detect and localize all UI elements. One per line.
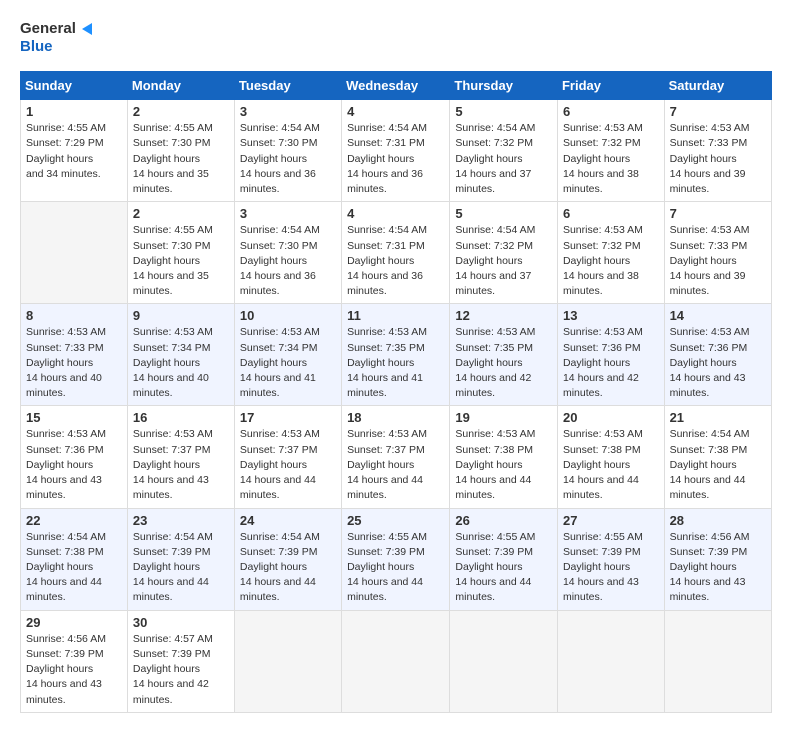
table-row: 10Sunrise: 4:53 AMSunset: 7:34 PMDayligh… <box>234 304 341 406</box>
table-row: 16Sunrise: 4:53 AMSunset: 7:37 PMDayligh… <box>127 406 234 508</box>
table-row: 23Sunrise: 4:54 AMSunset: 7:39 PMDayligh… <box>127 508 234 610</box>
page-header: General Blue <box>20 20 772 55</box>
table-row: 1Sunrise: 4:55 AMSunset: 7:29 PMDaylight… <box>21 100 128 202</box>
table-row <box>21 202 128 304</box>
calendar-header-row: SundayMondayTuesdayWednesdayThursdayFrid… <box>21 72 772 100</box>
table-row: 8Sunrise: 4:53 AMSunset: 7:33 PMDaylight… <box>21 304 128 406</box>
col-header-monday: Monday <box>127 72 234 100</box>
table-row: 29Sunrise: 4:56 AMSunset: 7:39 PMDayligh… <box>21 610 128 712</box>
table-row <box>664 610 771 712</box>
calendar-week-4: 15Sunrise: 4:53 AMSunset: 7:36 PMDayligh… <box>21 406 772 508</box>
table-row: 2Sunrise: 4:55 AMSunset: 7:30 PMDaylight… <box>127 202 234 304</box>
table-row: 7Sunrise: 4:53 AMSunset: 7:33 PMDaylight… <box>664 100 771 202</box>
table-row: 17Sunrise: 4:53 AMSunset: 7:37 PMDayligh… <box>234 406 341 508</box>
table-row: 26Sunrise: 4:55 AMSunset: 7:39 PMDayligh… <box>450 508 558 610</box>
col-header-wednesday: Wednesday <box>342 72 450 100</box>
table-row: 13Sunrise: 4:53 AMSunset: 7:36 PMDayligh… <box>557 304 664 406</box>
table-row: 6Sunrise: 4:53 AMSunset: 7:32 PMDaylight… <box>557 100 664 202</box>
calendar-week-5: 22Sunrise: 4:54 AMSunset: 7:38 PMDayligh… <box>21 508 772 610</box>
table-row: 20Sunrise: 4:53 AMSunset: 7:38 PMDayligh… <box>557 406 664 508</box>
table-row <box>450 610 558 712</box>
calendar-week-3: 8Sunrise: 4:53 AMSunset: 7:33 PMDaylight… <box>21 304 772 406</box>
table-row: 27Sunrise: 4:55 AMSunset: 7:39 PMDayligh… <box>557 508 664 610</box>
table-row: 7Sunrise: 4:53 AMSunset: 7:33 PMDaylight… <box>664 202 771 304</box>
table-row: 5Sunrise: 4:54 AMSunset: 7:32 PMDaylight… <box>450 202 558 304</box>
calendar-week-6: 29Sunrise: 4:56 AMSunset: 7:39 PMDayligh… <box>21 610 772 712</box>
col-header-friday: Friday <box>557 72 664 100</box>
calendar-week-2: 2Sunrise: 4:55 AMSunset: 7:30 PMDaylight… <box>21 202 772 304</box>
table-row: 12Sunrise: 4:53 AMSunset: 7:35 PMDayligh… <box>450 304 558 406</box>
table-row: 4Sunrise: 4:54 AMSunset: 7:31 PMDaylight… <box>342 202 450 304</box>
table-row <box>234 610 341 712</box>
table-row: 14Sunrise: 4:53 AMSunset: 7:36 PMDayligh… <box>664 304 771 406</box>
table-row: 19Sunrise: 4:53 AMSunset: 7:38 PMDayligh… <box>450 406 558 508</box>
table-row: 24Sunrise: 4:54 AMSunset: 7:39 PMDayligh… <box>234 508 341 610</box>
table-row: 5Sunrise: 4:54 AMSunset: 7:32 PMDaylight… <box>450 100 558 202</box>
calendar-table: SundayMondayTuesdayWednesdayThursdayFrid… <box>20 71 772 713</box>
table-row: 11Sunrise: 4:53 AMSunset: 7:35 PMDayligh… <box>342 304 450 406</box>
table-row: 25Sunrise: 4:55 AMSunset: 7:39 PMDayligh… <box>342 508 450 610</box>
table-row: 4Sunrise: 4:54 AMSunset: 7:31 PMDaylight… <box>342 100 450 202</box>
table-row: 9Sunrise: 4:53 AMSunset: 7:34 PMDaylight… <box>127 304 234 406</box>
table-row: 3Sunrise: 4:54 AMSunset: 7:30 PMDaylight… <box>234 202 341 304</box>
table-row: 18Sunrise: 4:53 AMSunset: 7:37 PMDayligh… <box>342 406 450 508</box>
logo: General Blue <box>20 20 96 55</box>
table-row: 2Sunrise: 4:55 AMSunset: 7:30 PMDaylight… <box>127 100 234 202</box>
logo-arrow-icon <box>78 22 96 36</box>
logo-text: General Blue <box>20 20 96 55</box>
table-row: 21Sunrise: 4:54 AMSunset: 7:38 PMDayligh… <box>664 406 771 508</box>
col-header-saturday: Saturday <box>664 72 771 100</box>
table-row <box>557 610 664 712</box>
table-row: 15Sunrise: 4:53 AMSunset: 7:36 PMDayligh… <box>21 406 128 508</box>
table-row: 28Sunrise: 4:56 AMSunset: 7:39 PMDayligh… <box>664 508 771 610</box>
col-header-tuesday: Tuesday <box>234 72 341 100</box>
col-header-thursday: Thursday <box>450 72 558 100</box>
calendar-week-1: 1Sunrise: 4:55 AMSunset: 7:29 PMDaylight… <box>21 100 772 202</box>
table-row <box>342 610 450 712</box>
table-row: 6Sunrise: 4:53 AMSunset: 7:32 PMDaylight… <box>557 202 664 304</box>
table-row: 30Sunrise: 4:57 AMSunset: 7:39 PMDayligh… <box>127 610 234 712</box>
col-header-sunday: Sunday <box>21 72 128 100</box>
table-row: 3Sunrise: 4:54 AMSunset: 7:30 PMDaylight… <box>234 100 341 202</box>
table-row: 22Sunrise: 4:54 AMSunset: 7:38 PMDayligh… <box>21 508 128 610</box>
